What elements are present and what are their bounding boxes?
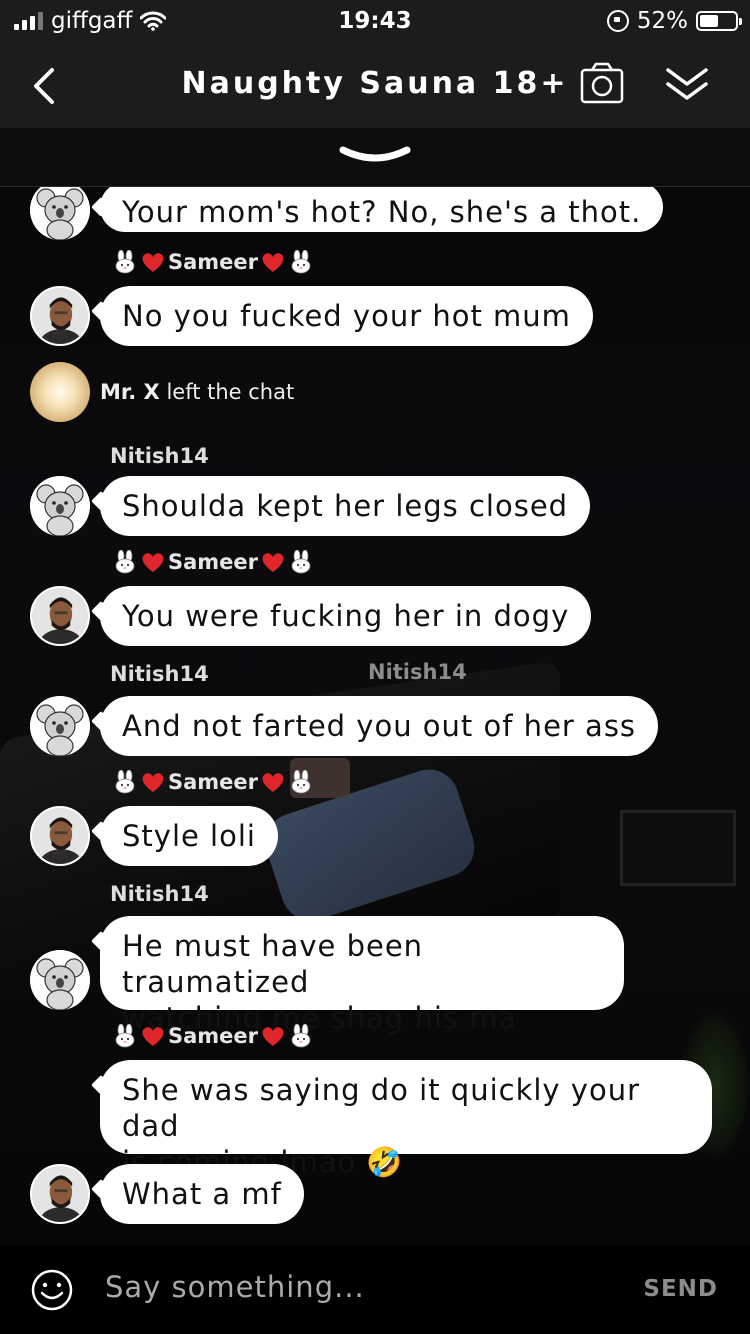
status-bar: giffgaff 19:43 52% [0,0,750,44]
user-avatar[interactable] [30,286,90,346]
koala-avatar[interactable] [30,696,90,756]
author-name: Sameer [112,550,314,574]
chat-header: Naughty Sauna 18+ [0,44,750,128]
user-avatar[interactable] [30,1164,90,1224]
message-bubble[interactable]: Shoulda kept her legs closed [100,476,591,536]
heart-icon [140,770,166,794]
author-name: Sameer [112,770,314,794]
bunny-icon [288,250,314,274]
rotation-lock-icon [606,10,629,32]
author-name: Nitish14 [110,882,209,906]
koala-avatar[interactable] [30,476,90,536]
collapse-panel-handle[interactable] [0,128,750,187]
message-input-bar: Say something... SEND [0,1246,750,1334]
message-bubble[interactable]: Your mom's hot? No, she's a thot. [100,186,664,232]
user-avatar[interactable] [30,586,90,646]
message-bubble[interactable]: He must have been traumatized watching m… [100,916,624,1035]
bunny-icon [112,770,138,794]
heart-icon [140,550,166,574]
koala-avatar[interactable] [30,186,90,240]
message-line: She was saying do it quickly your dad [122,1073,641,1143]
author-name: Nitish14 [110,444,209,468]
message-line: He must have been traumatized [122,929,424,999]
send-button[interactable]: SEND [643,1276,718,1302]
sun-avatar[interactable] [30,362,90,422]
author-name: Sameer [112,250,314,274]
room-title: Naughty Sauna 18+ [181,66,569,101]
heart-icon [260,250,286,274]
bunny-icon [288,770,314,794]
heart-icon [140,1024,166,1048]
user-avatar[interactable] [30,806,90,866]
author-name: Sameer [112,1024,314,1048]
collapse-chevron-icon[interactable] [339,144,411,168]
heart-icon [260,770,286,794]
message-bubble[interactable]: What a mf [100,1164,304,1224]
author-name: Nitish14 [110,662,209,686]
double-chevron-down-icon[interactable] [664,64,710,104]
chat-log[interactable]: Your mom's hot? No, she's a thot. Sameer… [0,186,750,1246]
bunny-icon [112,550,138,574]
system-message: Mr. X left the chat [100,380,295,404]
camera-icon[interactable] [580,62,624,106]
koala-avatar[interactable] [30,950,90,1010]
bunny-icon [112,1024,138,1048]
bunny-icon [112,250,138,274]
world-nametag: Nitish14 [368,660,467,684]
battery-icon [696,11,742,31]
bunny-icon [288,1024,314,1048]
heart-icon [260,1024,286,1048]
smiley-icon[interactable] [30,1268,74,1312]
message-input[interactable]: Say something... [105,1270,365,1304]
message-bubble[interactable]: No you fucked your hot mum [100,286,593,346]
heart-icon [140,250,166,274]
battery-percent: 52% [636,8,688,34]
message-bubble[interactable]: You were fucking her in dogy [100,586,592,646]
message-bubble[interactable]: She was saying do it quickly your dad is… [100,1060,712,1179]
message-bubble[interactable]: Style loli [100,806,278,866]
message-bubble[interactable]: And not farted you out of her ass [100,696,659,756]
bunny-icon [288,550,314,574]
heart-icon [260,550,286,574]
